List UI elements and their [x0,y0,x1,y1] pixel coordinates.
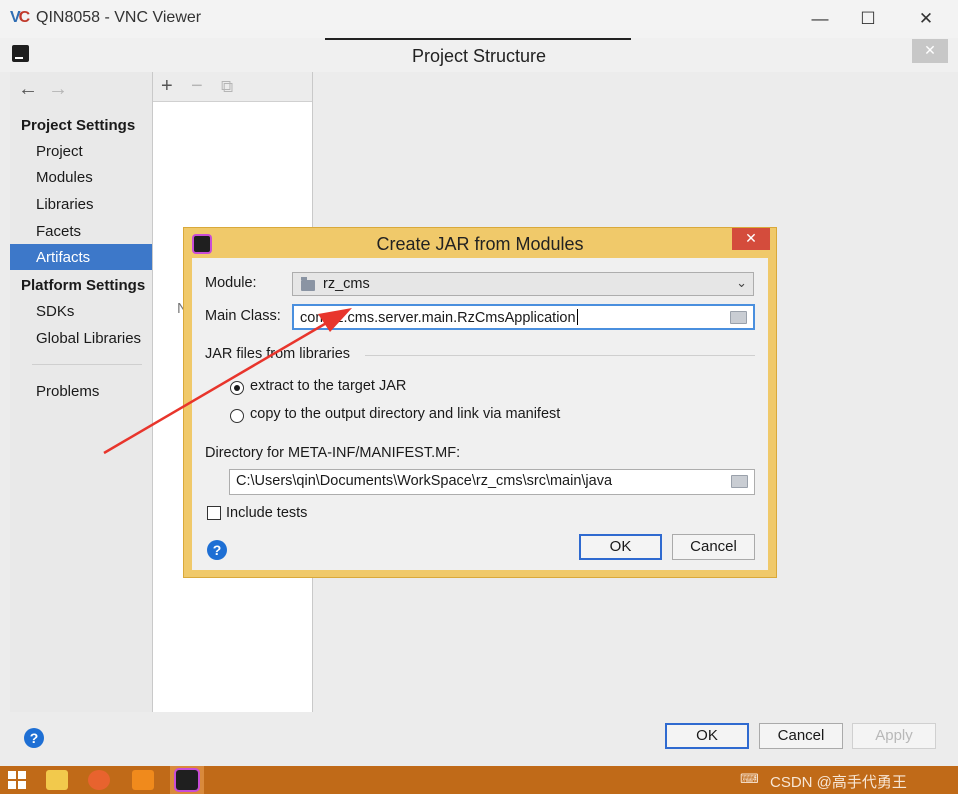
intellij-taskbar-icon[interactable] [176,770,198,790]
add-icon[interactable]: + [161,75,173,98]
project-structure-close-button[interactable]: ✕ [912,39,948,63]
dialog-ok-button[interactable]: OK [579,534,662,560]
app-icon[interactable] [132,770,154,790]
module-value: rz_cms [323,276,370,292]
file-explorer-icon[interactable] [46,770,68,790]
back-arrow-icon[interactable]: ← [18,78,38,100]
jar-files-group-label: JAR files from libraries [205,346,351,362]
settings-sidebar: ← → Project Settings Project Modules Libr… [10,72,152,712]
group-divider [365,355,755,356]
sidebar-item-project[interactable]: Project [36,143,83,160]
include-tests-label[interactable]: Include tests [226,505,307,521]
sidebar-item-modules[interactable]: Modules [36,169,93,186]
cancel-button[interactable]: Cancel [759,723,843,749]
browse-folder-icon[interactable] [730,311,747,324]
module-folder-icon [301,277,315,291]
browse-folder-icon[interactable] [731,475,748,488]
dialog-body: Module: rz_cms ⌄ Main Class: com.rz.cms.… [192,258,768,570]
platform-settings-header: Platform Settings [21,277,146,294]
apply-button[interactable]: Apply [852,723,936,749]
create-jar-dialog: Create JAR from Modules ✕ Module: rz_cms… [183,227,777,578]
sidebar-item-problems[interactable]: Problems [36,383,99,400]
sidebar-item-artifacts[interactable]: Artifacts [36,249,90,266]
sidebar-item-sdks[interactable]: SDKs [36,303,74,320]
vnc-titlebar: VC QIN8058 - VNC Viewer — ☐ ✕ [0,0,958,38]
ok-button[interactable]: OK [665,723,749,749]
artifacts-toolbar: + − ⧉ [153,72,312,102]
main-class-value-wrap: com.rz.cms.server.main.RzCmsApplication [300,309,578,326]
copy-icon[interactable]: ⧉ [221,77,233,97]
project-structure-button-bar: ? OK Cancel Apply [0,712,958,766]
firefox-icon[interactable] [88,770,110,790]
remove-icon[interactable]: − [191,75,203,98]
project-structure-title: Project Structure [411,46,547,66]
include-tests-checkbox[interactable] [207,506,221,520]
module-label: Module: [205,275,257,291]
copy-option-label[interactable]: copy to the output directory and link vi… [250,406,560,422]
maximize-button[interactable]: ☐ [848,6,888,32]
nav-arrows: ← → [18,78,68,101]
main-class-label: Main Class: [205,308,281,324]
project-settings-header: Project Settings [21,117,136,134]
manifest-dir-input[interactable]: C:\Users\qin\Documents\WorkSpace\rz_cms\… [229,469,755,495]
manifest-dir-label: Directory for META-INF/MANIFEST.MF: [205,445,461,461]
sidebar-divider [32,364,142,365]
copy-radio[interactable] [230,409,244,423]
windows-start-icon[interactable] [8,771,26,789]
vnc-divider [325,38,631,40]
text-cursor [576,309,578,325]
extract-radio[interactable] [230,381,244,395]
sidebar-item-facets[interactable]: Facets [36,223,81,240]
close-button[interactable]: ✕ [906,6,946,32]
minimize-button[interactable]: — [800,6,840,32]
windows-taskbar: ⌨ CSDN @高手代勇王 [0,766,958,794]
manifest-dir-value: C:\Users\qin\Documents\WorkSpace\rz_cms\… [236,473,613,489]
main-class-value: com.rz.cms.server.main.RzCmsApplication [300,310,576,326]
dialog-title: Create JAR from Modules [376,234,584,254]
dialog-close-button[interactable]: ✕ [732,228,770,250]
sidebar-item-global-libraries[interactable]: Global Libraries [36,330,141,347]
chevron-down-icon: ⌄ [736,275,747,290]
windows-logo-icon [8,771,26,789]
forward-arrow-icon[interactable]: → [48,78,68,100]
project-structure-titlebar: Project Structure ✕ [0,38,958,72]
dialog-help-icon[interactable]: ? [207,540,227,560]
main-class-input[interactable]: com.rz.cms.server.main.RzCmsApplication [292,304,755,330]
help-icon[interactable]: ? [24,728,44,748]
keyboard-icon[interactable]: ⌨ [740,771,759,787]
module-select[interactable]: rz_cms ⌄ [292,272,754,296]
window-title: QIN8058 - VNC Viewer [36,9,202,26]
sidebar-item-libraries[interactable]: Libraries [36,196,94,213]
csdn-watermark: CSDN @高手代勇王 [770,774,907,791]
extract-option-label[interactable]: extract to the target JAR [250,378,406,394]
vnc-logo-icon: VC [10,9,30,26]
dialog-cancel-button[interactable]: Cancel [672,534,755,560]
